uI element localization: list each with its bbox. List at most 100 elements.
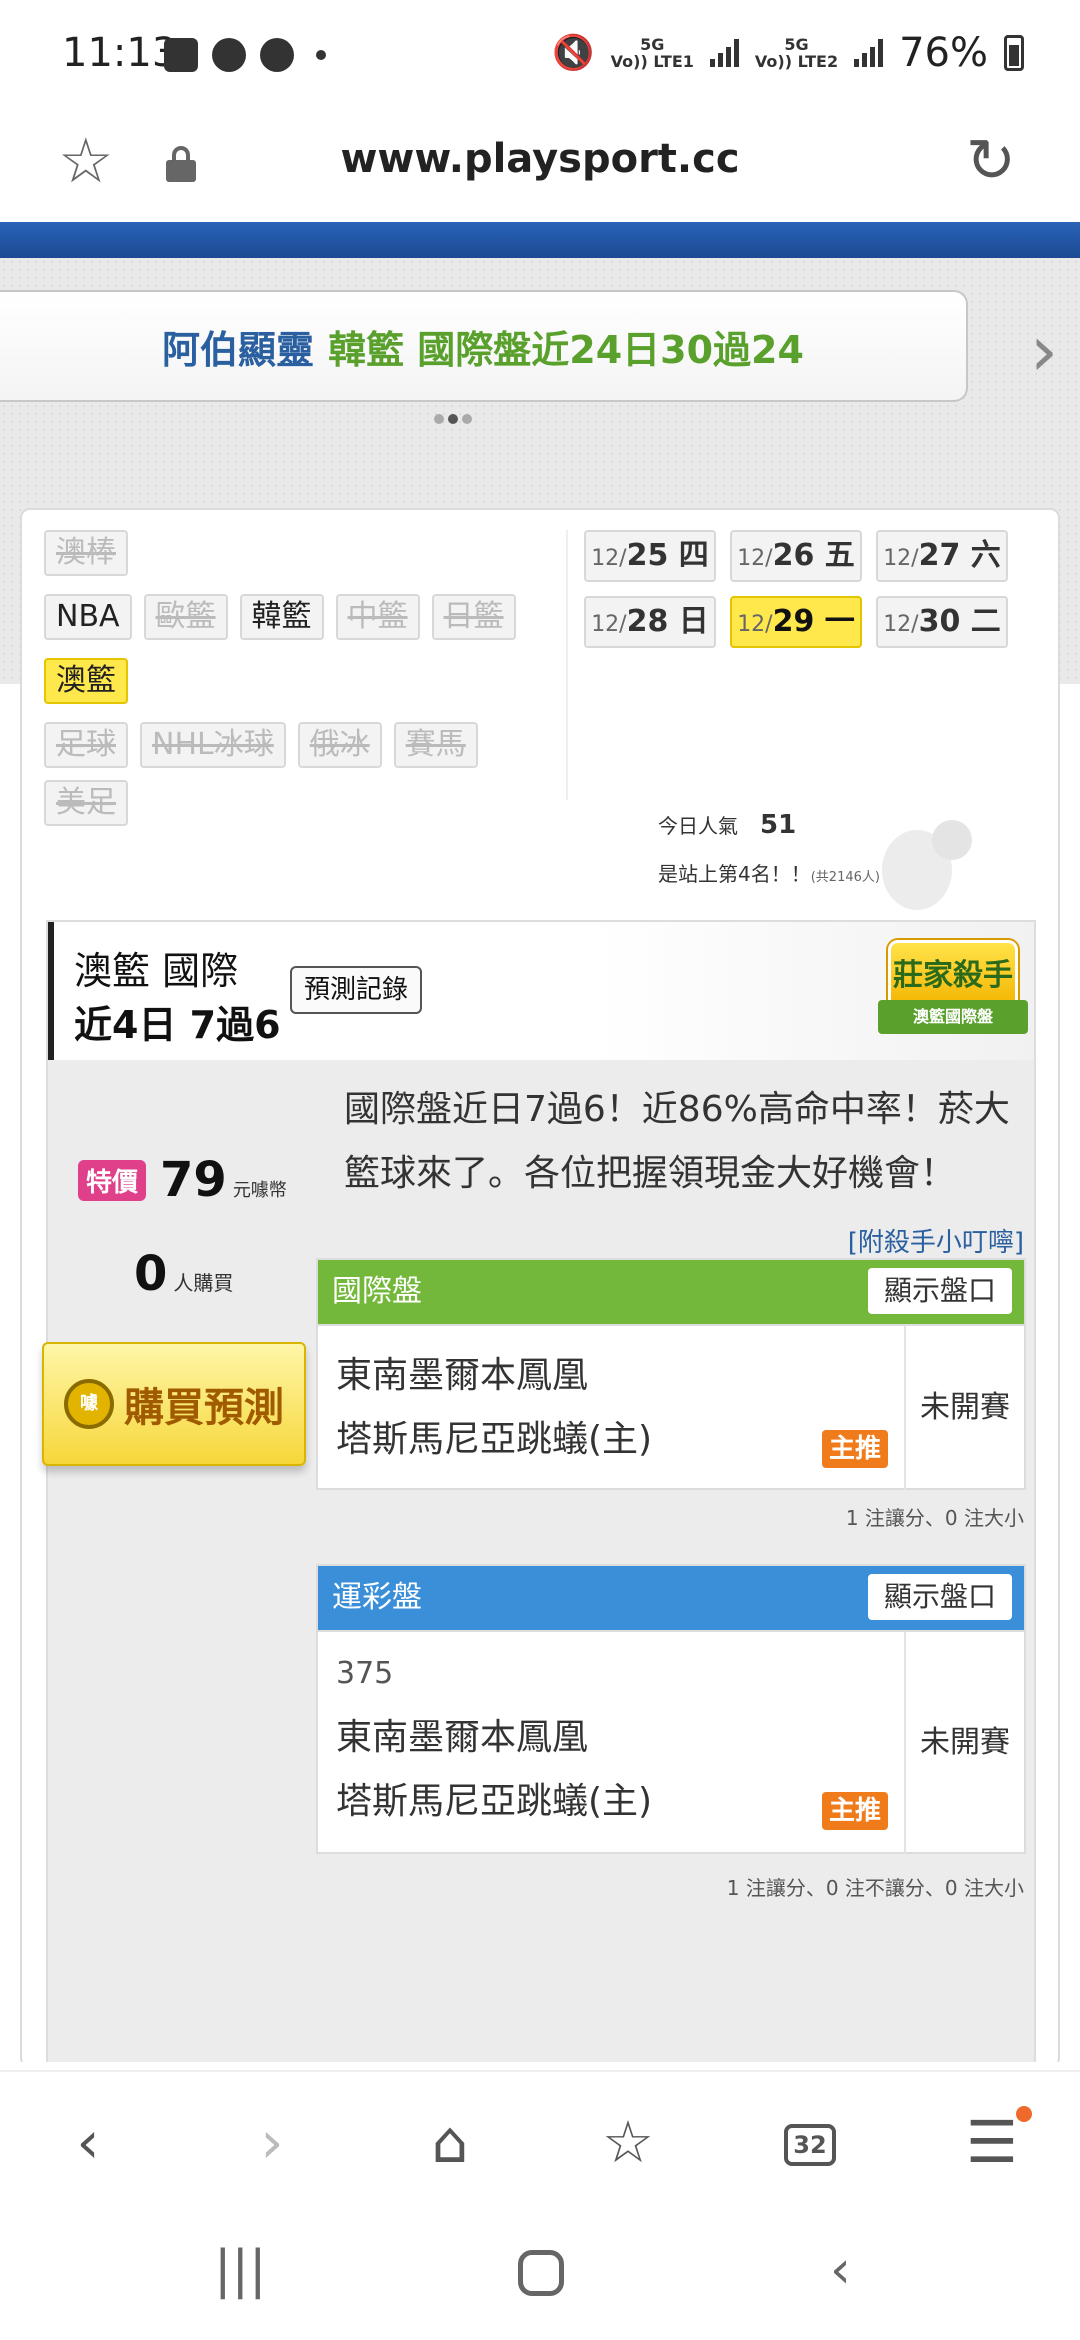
back-icon[interactable]: ‹ bbox=[48, 2102, 128, 2182]
sport-tag[interactable]: 韓籃 bbox=[239, 594, 324, 640]
sim1-label: Vo)) LTE1 bbox=[610, 52, 694, 71]
price-row: 特價 79 元噱幣 bbox=[78, 1152, 287, 1208]
sport-tag[interactable]: 澳籃 bbox=[44, 658, 128, 704]
battery-icon bbox=[1004, 35, 1024, 71]
price-value: 79 bbox=[160, 1152, 227, 1208]
date-button[interactable]: 12/26 五 bbox=[730, 530, 862, 582]
browser-toolbar: ‹ › ⌂ ☆ 32 ☰ bbox=[0, 2070, 1080, 2210]
sport-tag[interactable]: NBA bbox=[44, 594, 132, 640]
address-bar: ☆ www.playsport.cc ↻ bbox=[0, 110, 1080, 222]
bookmarks-icon[interactable]: ☆ bbox=[588, 2102, 668, 2182]
carousel-dot-active[interactable] bbox=[448, 414, 458, 424]
date-button[interactable]: 12/25 四 bbox=[584, 530, 716, 582]
chevron-right-icon[interactable]: › bbox=[1030, 310, 1058, 392]
rank-label: 是站上第4名！！ bbox=[658, 862, 811, 886]
status-right: 🔇 5G Vo)) LTE1 5G Vo)) LTE2 76% bbox=[552, 30, 1024, 76]
buyers-count: 0 人購買 bbox=[134, 1246, 233, 1302]
date-day: 28 日 bbox=[626, 604, 709, 639]
prediction-record-button[interactable]: 預測記錄 bbox=[290, 966, 423, 1014]
carousel-dot[interactable] bbox=[434, 414, 444, 424]
banner-prefix: 阿伯顯靈 bbox=[162, 327, 315, 372]
signal-icon bbox=[709, 39, 739, 67]
sport-tag: 歐籃 bbox=[143, 594, 228, 640]
date-month: 12/ bbox=[737, 546, 773, 571]
home-icon[interactable]: ⌂ bbox=[410, 2102, 490, 2182]
show-odds-button[interactable]: 顯示盤口 bbox=[867, 1574, 1012, 1620]
promo-banner[interactable]: 阿伯顯靈 韓籃 國際盤近24日30過24 bbox=[0, 290, 968, 402]
killer-badge: 莊家殺手 澳籃國際盤 bbox=[878, 940, 1028, 1036]
date-button[interactable]: 12/29 一 bbox=[730, 596, 862, 648]
system-home-icon[interactable] bbox=[518, 2250, 564, 2296]
lottery-odds-body: 375 東南墨爾本鳳凰 塔斯馬尼亞跳蟻(主) 主推 未開賽 bbox=[318, 1630, 1024, 1854]
date-button[interactable]: 12/27 六 bbox=[876, 530, 1008, 582]
reload-icon[interactable]: ↻ bbox=[966, 126, 1016, 196]
sport-row: 足球 NHL冰球 俄冰 賽馬美足 bbox=[44, 722, 564, 826]
sim2-label: Vo)) LTE2 bbox=[754, 52, 839, 71]
mute-icon: 🔇 bbox=[552, 33, 595, 73]
sport-tag: 美足 bbox=[44, 780, 128, 826]
sport-tag: 俄冰 bbox=[297, 722, 382, 768]
date-month: 12/ bbox=[883, 546, 919, 571]
killer-tips-link[interactable]: [附殺手小叮嚀] bbox=[848, 1222, 1024, 1259]
show-odds-button[interactable]: 顯示盤口 bbox=[867, 1268, 1012, 1314]
buy-prediction-button[interactable]: 噱 購買預測 bbox=[42, 1342, 306, 1466]
carousel-dot[interactable] bbox=[462, 414, 472, 424]
gallery-icon bbox=[164, 38, 198, 72]
signal-icon-2 bbox=[854, 39, 884, 67]
intl-odds-header: 國際盤 顯示盤口 bbox=[318, 1260, 1024, 1324]
parking-icon bbox=[260, 38, 294, 72]
lottery-bet-note: 1 注讓分、0 注不讓分、0 注大小 bbox=[726, 1876, 1024, 1900]
main-panel: 澳棒 NBA 歐籃 韓籃 中籃 日籃 澳籃 足球 NHL冰球 俄冰 賽馬 美足 12/25 四1… bbox=[20, 508, 1060, 2062]
date-button[interactable]: 12/30 二 bbox=[876, 596, 1008, 648]
date-day: 25 四 bbox=[626, 538, 709, 573]
mascot-decoration bbox=[842, 810, 1012, 920]
date-button[interactable]: 12/28 日 bbox=[584, 596, 716, 648]
price-unit: 元噱幣 bbox=[232, 1180, 287, 1201]
intl-odds-body: 東南墨爾本鳳凰 塔斯馬尼亞跳蟻(主) 主推 未開賽 bbox=[318, 1324, 1024, 1490]
sport-tag: 賽馬 bbox=[393, 722, 478, 768]
system-navigation: ||| ‹ bbox=[0, 2210, 1080, 2340]
notification-icons bbox=[164, 38, 326, 72]
carousel-dots bbox=[434, 414, 472, 424]
system-back-icon[interactable]: ‹ bbox=[830, 2240, 851, 2300]
card-header: 澳籃 國際 近4日 7過6 預測記錄 莊家殺手 澳籃國際盤 bbox=[48, 922, 1034, 1060]
lottery-odds-title: 運彩盤 bbox=[332, 1580, 422, 1615]
banner-text: 韓籃 國際盤近24日30過24 bbox=[328, 327, 804, 372]
tabs-icon[interactable]: 32 bbox=[784, 2124, 836, 2166]
date-day: 30 二 bbox=[918, 604, 1001, 639]
game-status: 未開賽 bbox=[904, 1632, 1024, 1854]
intl-odds-box: 國際盤 顯示盤口 東南墨爾本鳳凰 塔斯馬尼亞跳蟻(主) 主推 未開賽 bbox=[316, 1258, 1026, 1490]
more-notifications-icon bbox=[316, 50, 326, 60]
sim2-gen: 5G bbox=[784, 35, 809, 54]
main-pick-badge: 主推 bbox=[822, 1792, 888, 1830]
date-month: 12/ bbox=[883, 612, 919, 637]
intl-odds-title: 國際盤 bbox=[332, 1274, 422, 1309]
divider bbox=[566, 530, 568, 800]
url-text[interactable]: www.playsport.cc bbox=[0, 136, 1080, 182]
date-month: 12/ bbox=[737, 612, 773, 637]
sim1-gen: 5G bbox=[640, 35, 665, 54]
notification-dot bbox=[1016, 2106, 1032, 2122]
date-day: 26 五 bbox=[772, 538, 855, 573]
date-month: 12/ bbox=[591, 546, 627, 571]
sport-tag: 日籃 bbox=[431, 594, 516, 640]
forward-icon[interactable]: › bbox=[232, 2102, 312, 2182]
popularity-value: 51 bbox=[760, 810, 797, 840]
prediction-description: 國際盤近日7過6！近86%高命中率！菸大籃球來了。各位把握領現金大好機會！ bbox=[344, 1089, 1010, 1194]
sport-tag: NHL冰球 bbox=[140, 722, 286, 768]
recent-apps-icon[interactable]: ||| bbox=[214, 2240, 267, 2300]
date-day: 29 一 bbox=[772, 604, 855, 639]
date-month: 12/ bbox=[591, 612, 627, 637]
prediction-card: 澳籃 國際 近4日 7過6 預測記錄 莊家殺手 澳籃國際盤 特價 79 元噱幣 … bbox=[42, 920, 1036, 2062]
sport-tag: 中籃 bbox=[335, 594, 420, 640]
date-selector: 12/25 四 12/26 五 12/27 六 12/28 日 12/29 一 12/30… bbox=[584, 530, 1024, 648]
web-content: 阿伯顯靈 韓籃 國際盤近24日30過24 › 澳棒 NBA 歐籃 韓籃 中籃 日籃 澳籃… bbox=[0, 222, 1080, 2062]
status-time: 11:13 bbox=[62, 30, 178, 76]
network-sim1: 5G Vo)) LTE1 bbox=[611, 36, 694, 70]
sport-row: 澳籃 bbox=[44, 658, 564, 704]
sport-tag: 澳棒 bbox=[44, 530, 128, 576]
main-pick-badge: 主推 bbox=[822, 1430, 888, 1468]
sport-tag: 足球 bbox=[44, 722, 128, 768]
network-sim2: 5G Vo)) LTE2 bbox=[755, 36, 838, 70]
sport-row: NBA 歐籃 韓籃 中籃 日籃 bbox=[44, 594, 564, 640]
